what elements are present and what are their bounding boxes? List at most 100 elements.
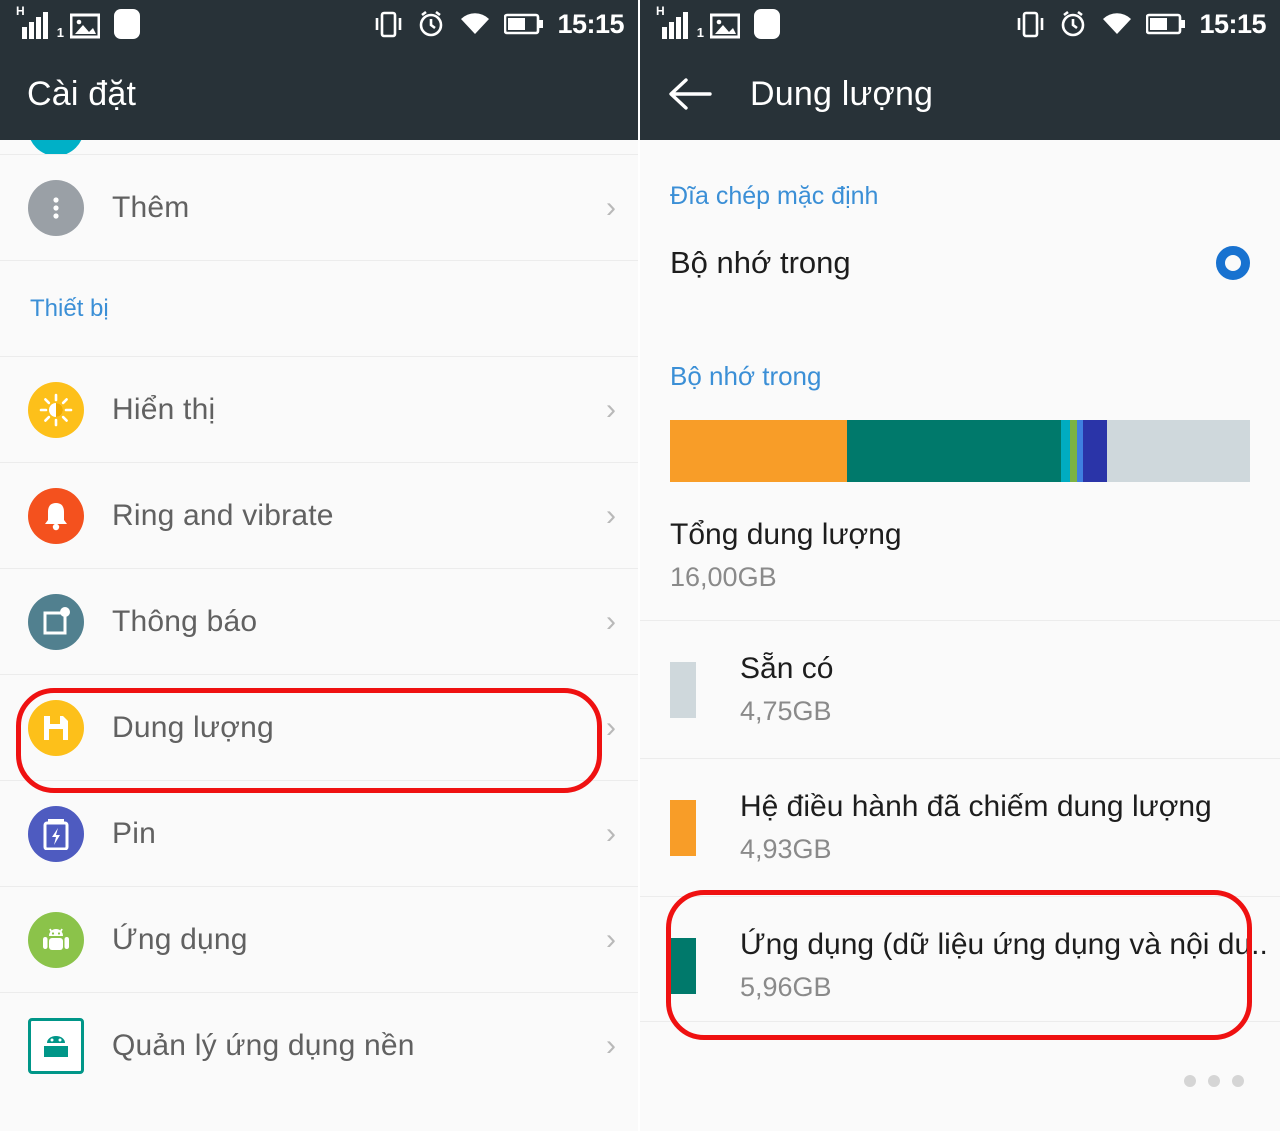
sidebar-item-them[interactable]: Thêm › <box>0 154 638 260</box>
storage-item-value: 4,75GB <box>740 696 832 726</box>
storage-item-value: 4,93GB <box>740 834 832 864</box>
photo-icon <box>710 13 740 39</box>
sidebar-item-label: Ring and vibrate <box>112 498 334 532</box>
network-type-label: H <box>656 4 665 18</box>
pager-dot <box>1232 1075 1244 1087</box>
notification-icon <box>28 593 84 650</box>
android-square-icon <box>28 1017 84 1074</box>
storage-item-title: Sẵn có <box>740 652 834 685</box>
signal-bars-icon: H 1 <box>16 5 64 39</box>
sidebar-item-ring-and-vibrate[interactable]: Ring and vibrate › <box>0 462 638 568</box>
legend-swatch-os <box>670 799 696 856</box>
bar-segment-audio <box>1070 420 1078 482</box>
sim-index-label: 1 <box>56 25 64 40</box>
bar-segment-other <box>1099 420 1107 482</box>
sidebar-item-label: Thêm <box>112 190 190 224</box>
stacked-bar <box>670 420 1250 482</box>
status-bar-right-icons: 15:15 <box>1015 9 1266 40</box>
pager-dot <box>1184 1075 1196 1087</box>
sidebar-item-label: Thông báo <box>112 604 258 638</box>
battery-bolt-icon <box>28 805 84 862</box>
storage-section-label: Bộ nhớ trong <box>670 361 822 391</box>
clock-label: 15:15 <box>1199 8 1266 39</box>
legend-swatch-available <box>670 661 696 718</box>
vibrate-icon <box>376 11 402 38</box>
storage-option-internal[interactable]: Bộ nhớ trong <box>640 211 1280 315</box>
chevron-right-icon: › <box>606 1028 616 1062</box>
save-disk-icon <box>28 699 84 756</box>
radio-button-selected[interactable] <box>1216 246 1250 280</box>
bar-segment-available <box>1106 420 1250 482</box>
total-capacity-value: 16,00GB <box>670 561 777 592</box>
chevron-right-icon: › <box>606 498 616 532</box>
wifi-icon <box>461 13 490 35</box>
signal-bars-icon: H 1 <box>656 5 704 39</box>
status-bar-left-icons: H 1 <box>656 5 780 39</box>
bar-segment-images <box>1061 420 1071 482</box>
storage-item-os[interactable]: Hệ điều hành đã chiếm dung lượng 4,93GB <box>640 758 1280 896</box>
pager-dot <box>1208 1075 1220 1087</box>
status-bar-left: H 1 15:15 <box>0 0 638 48</box>
bell-icon <box>28 487 84 544</box>
sim-index-label: 1 <box>696 25 704 40</box>
storage-app-bar: Dung lượng <box>640 48 1280 140</box>
bar-segment-apps <box>847 420 1062 482</box>
storage-usage-chart <box>640 392 1280 482</box>
alarm-icon <box>1062 10 1085 37</box>
sidebar-item-pin[interactable]: Pin › <box>0 780 638 886</box>
sidebar-item-label: Hiển thị <box>112 392 216 426</box>
partial-scrolled-row <box>0 140 638 154</box>
storage-option-label: Bộ nhớ trong <box>670 245 851 280</box>
settings-app-bar: Cài đặt <box>0 48 638 140</box>
storage-item-value: 5,96GB <box>740 972 832 1002</box>
clock-label: 15:15 <box>557 8 624 39</box>
total-capacity-row: Tổng dung lượng 16,00GB <box>640 482 1280 620</box>
storage-item-title: Ứng dụng (dữ liệu ứng dụng và nội du.. <box>740 928 1268 961</box>
total-capacity-title: Tổng dung lượng <box>670 517 902 551</box>
sidebar-item-label: Pin <box>112 816 156 850</box>
legend-swatch-apps <box>670 937 696 994</box>
storage-item-title: Hệ điều hành đã chiếm dung lượng <box>740 790 1212 823</box>
alarm-icon <box>420 10 443 37</box>
vibrate-icon <box>1018 11 1044 38</box>
storage-item-available[interactable]: Sẵn có 4,75GB <box>640 620 1280 758</box>
sidebar-item-ung-dung[interactable]: Ứng dụng › <box>0 886 638 992</box>
partial-circle-icon <box>28 140 84 154</box>
brightness-icon <box>28 381 84 438</box>
android-icon <box>28 911 84 968</box>
chevron-right-icon: › <box>606 816 616 850</box>
chevron-right-icon: › <box>606 922 616 956</box>
status-bar-left-icons: H 1 <box>16 5 140 39</box>
chevron-right-icon: › <box>606 190 616 224</box>
back-arrow-icon[interactable] <box>662 66 718 122</box>
storage-item-apps[interactable]: Ứng dụng (dữ liệu ứng dụng và nội du.. 5… <box>640 896 1280 1034</box>
sidebar-item-label: Ứng dụng <box>112 922 248 956</box>
sidebar-item-quan-ly-ung-dung-nen[interactable]: Quản lý ứng dụng nền › <box>0 992 638 1098</box>
sidebar-item-thong-bao[interactable]: Thông báo › <box>0 568 638 674</box>
page-title: Cài đặt <box>27 74 137 113</box>
status-bar-right: H 1 15:15 <box>640 0 1280 48</box>
more-dots-icon <box>28 179 84 236</box>
white-card-icon <box>754 9 780 39</box>
sidebar-item-label: Quản lý ứng dụng nền <box>112 1028 415 1062</box>
dual-screenshot-container: H 1 15:15 Cài đặt Thêm › Thiết bị Hiển t… <box>0 0 1280 1131</box>
default-disk-label: Đĩa chép mặc định <box>670 182 879 210</box>
chevron-right-icon: › <box>606 392 616 426</box>
white-card-icon <box>114 9 140 39</box>
storage-screen: H 1 15:15 Dung lượng Đĩa chép mặc định B… <box>640 0 1280 1131</box>
bar-segment-os <box>670 420 848 482</box>
status-bar-right-icons: 15:15 <box>373 9 624 40</box>
bar-segment-cache <box>1082 420 1100 482</box>
sidebar-item-label: Dung lượng <box>112 710 274 744</box>
section-header-thiet-bi: Thiết bị <box>0 260 638 356</box>
battery-icon <box>1146 13 1186 35</box>
network-type-label: H <box>16 4 25 18</box>
battery-icon <box>504 13 544 35</box>
photo-icon <box>70 13 100 39</box>
page-title: Dung lượng <box>750 74 934 113</box>
sidebar-item-dung-luong[interactable]: Dung lượng › <box>0 674 638 780</box>
pager-dots <box>1184 1075 1244 1087</box>
chevron-right-icon: › <box>606 710 616 744</box>
sidebar-item-hien-thi[interactable]: Hiển thị › <box>0 356 638 462</box>
wifi-icon <box>1103 13 1132 35</box>
